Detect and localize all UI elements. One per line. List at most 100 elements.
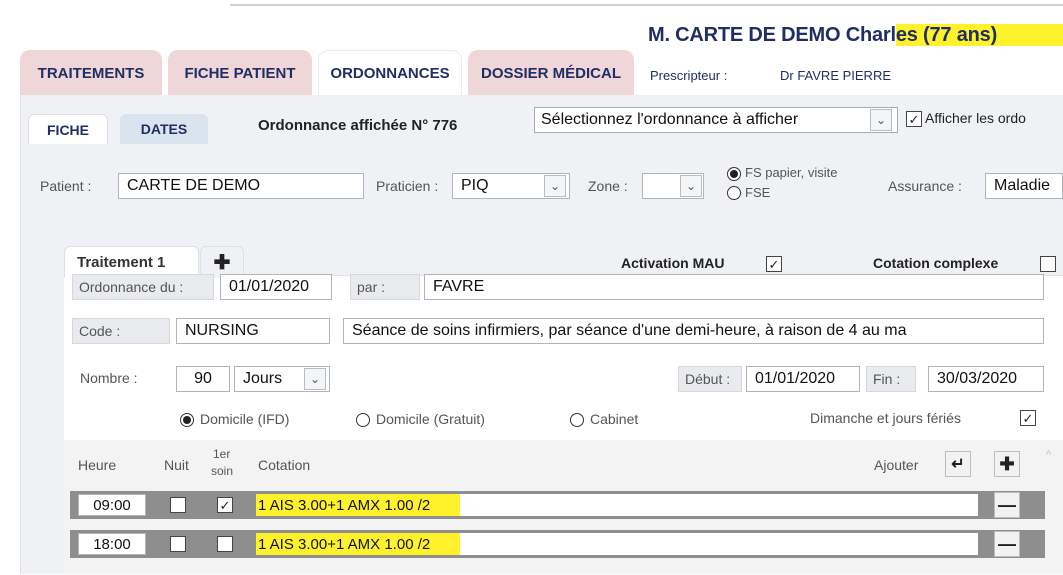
praticien-value: PIQ (461, 177, 489, 194)
cotation-complexe-label: Cotation complexe (873, 255, 999, 271)
code-label: Code : (72, 318, 170, 344)
activation-mau-checkbox[interactable]: ✓ (766, 256, 782, 272)
domicile-gratuit-label: Domicile (Gratuit) (376, 411, 485, 427)
cotation-highlight: 1 AIS 3.00+1 AMX 1.00 /2 (256, 533, 461, 555)
code-value: NURSING (185, 322, 259, 339)
tab-dossier-medical[interactable]: DOSSIER MÉDICAL (468, 50, 634, 96)
subtab-fiche[interactable]: FICHE (28, 114, 108, 144)
zone-label: Zone : (588, 178, 628, 194)
subtab-dates[interactable]: DATES (120, 114, 208, 144)
nuit-checkbox[interactable] (170, 536, 186, 552)
col-header-1er: 1er (213, 447, 231, 461)
patient-name-text: M. CARTE DE DEMO Charl (648, 24, 896, 46)
col-header-nuit: Nuit (164, 457, 189, 473)
cabinet-label: Cabinet (590, 411, 639, 427)
debut-value: 01/01/2020 (755, 370, 836, 387)
ordonnance-displayed-label: Ordonnance affichée N° 776 (258, 117, 458, 134)
premier-soin-checkbox[interactable]: ✓ (217, 497, 233, 513)
patient-label: Patient : (40, 178, 92, 194)
scroll-up-icon[interactable]: ^ (1046, 449, 1051, 461)
cotation-highlight: 1 AIS 3.00+1 AMX 1.00 /2 (256, 494, 461, 516)
chevron-down-icon[interactable]: ⌄ (870, 109, 892, 131)
par-field[interactable]: FAVRE (424, 274, 1044, 300)
col-header-cotation: Cotation (258, 457, 311, 473)
fs-papier-label: FS papier, visite (745, 165, 838, 180)
premier-soin-checkbox[interactable] (217, 536, 233, 552)
par-label: par : (350, 274, 420, 300)
nombre-value: 90 (194, 370, 212, 387)
code-description-field[interactable]: Séance de soins infirmiers, par séance d… (343, 318, 1044, 344)
ordonnance-select[interactable]: Sélectionnez l'ordonnance à afficher (534, 107, 898, 133)
debut-field[interactable]: 01/01/2020 (746, 366, 860, 392)
activation-mau-label: Activation MAU (621, 255, 725, 271)
tab-traitements[interactable]: TRAITEMENTS (20, 50, 162, 96)
patient-value: CARTE DE DEMO (127, 177, 261, 194)
assurance-select[interactable]: Maladie (985, 173, 1063, 199)
label-text: Début : (685, 371, 731, 387)
fse-radio[interactable] (727, 186, 741, 200)
praticien-label: Praticien : (376, 178, 439, 194)
tab-label: TRAITEMENTS (37, 64, 145, 82)
label-text: par : (357, 279, 386, 295)
enter-icon[interactable]: ↵ (945, 451, 971, 477)
cotation-complexe-checkbox[interactable] (1040, 256, 1056, 272)
unite-value: Jours (243, 370, 283, 387)
nuit-checkbox[interactable] (170, 497, 186, 513)
tab-label: DOSSIER MÉDICAL (480, 64, 621, 82)
debut-label: Début : (678, 366, 742, 392)
fin-label: Fin : (866, 366, 916, 392)
assurance-label: Assurance : (888, 178, 962, 194)
label-text: Code : (79, 323, 121, 339)
fin-field[interactable]: 30/03/2020 (928, 366, 1044, 392)
ordonnance-date-field[interactable]: 01/01/2020 (220, 274, 332, 300)
subtab-label: DATES (140, 121, 188, 137)
heure-field[interactable]: 18:00 (78, 533, 146, 555)
cotation-field[interactable]: 1 AIS 3.00+1 AMX 1.00 /2 (256, 533, 978, 555)
dimanche-checkbox[interactable]: ✓ (1020, 410, 1036, 426)
tab-fiche-patient[interactable]: FICHE PATIENT (168, 50, 312, 96)
domicile-gratuit-radio[interactable] (356, 413, 370, 427)
prescriptor-label: Prescripteur : (650, 68, 728, 83)
code-description: Séance de soins infirmiers, par séance d… (352, 322, 907, 339)
domicile-ifd-label: Domicile (IFD) (200, 411, 290, 427)
fse-label: FSE (745, 185, 771, 200)
ajouter-label: Ajouter (874, 457, 919, 473)
patient-age-highlight: es (77 ans) (895, 24, 1063, 46)
ordonnance-select-value: Sélectionnez l'ordonnance à afficher (541, 111, 799, 128)
code-field[interactable]: NURSING (176, 318, 330, 344)
minus-icon[interactable]: — (994, 531, 1020, 557)
show-all-checkbox[interactable]: ✓ (906, 111, 922, 127)
chevron-down-icon[interactable]: ⌄ (304, 368, 326, 390)
col-header-heure: Heure (78, 457, 117, 473)
chevron-down-icon[interactable]: ⌄ (544, 175, 566, 197)
tab-ordonnances[interactable]: ORDONNANCES (318, 50, 462, 96)
top-divider (230, 4, 1063, 6)
par-value: FAVRE (433, 278, 485, 295)
heure-value: 09:00 (93, 496, 131, 514)
date-value: 01/01/2020 (229, 278, 310, 295)
heure-field[interactable]: 09:00 (78, 494, 146, 516)
ordonnance-du-label: Ordonnance du : (72, 274, 214, 300)
label-text: Ordonnance du : (79, 279, 184, 295)
patient-field[interactable]: CARTE DE DEMO (118, 173, 364, 199)
tab-label: Traitement 1 (77, 254, 166, 271)
cotation-field[interactable]: 1 AIS 3.00+1 AMX 1.00 /2 (256, 494, 978, 516)
tab-label: ORDONNANCES (330, 65, 450, 82)
subtab-label: FICHE (47, 121, 89, 138)
tab-label: FICHE PATIENT (184, 64, 296, 82)
fs-papier-radio[interactable] (727, 167, 741, 181)
nombre-field[interactable]: 90 (176, 366, 230, 392)
col-header-soin: soin (211, 464, 234, 478)
assurance-value: Maladie (994, 177, 1051, 194)
domicile-ifd-radio[interactable] (180, 413, 194, 427)
cabinet-radio[interactable] (570, 413, 584, 427)
label-text: Fin : (873, 371, 901, 387)
dimanche-label: Dimanche et jours fériés (810, 410, 961, 426)
prescriptor-value: Dr FAVRE PIERRE (780, 68, 892, 83)
patient-header-name: M. CARTE DE DEMO Charles (77 ans) (648, 24, 1063, 47)
fin-value: 30/03/2020 (937, 370, 1018, 387)
add-row-plus-icon[interactable]: ✚ (994, 451, 1020, 477)
heure-value: 18:00 (93, 535, 131, 553)
chevron-down-icon[interactable]: ⌄ (680, 175, 702, 197)
minus-icon[interactable]: — (994, 492, 1020, 518)
